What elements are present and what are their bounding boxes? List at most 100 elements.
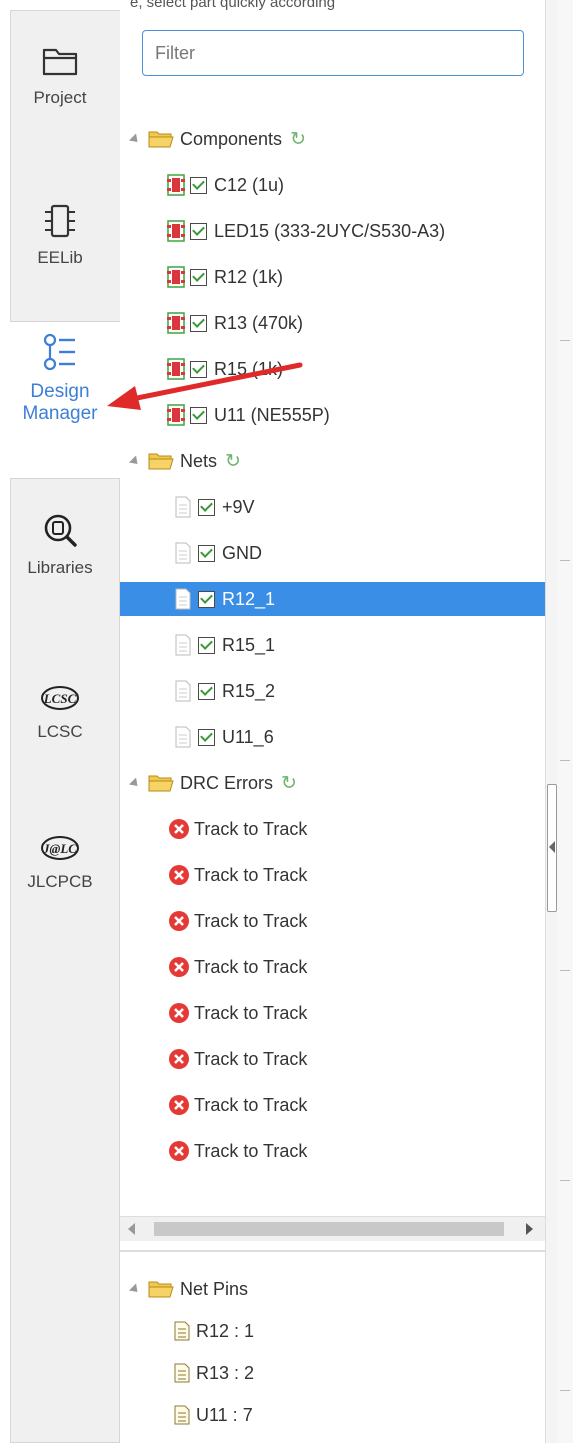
filter-input[interactable] [142, 30, 524, 76]
svg-text:J@LC: J@LC [42, 841, 77, 856]
drc-error-label: Track to Track [194, 910, 308, 931]
tree-group-label: Net Pins [180, 1278, 249, 1299]
document-icon [174, 496, 192, 518]
nav-lcsc-label: LCSC [37, 722, 83, 741]
svg-text:LCSC: LCSC [43, 691, 77, 706]
ruler-tick [560, 340, 570, 341]
library-search-icon [39, 514, 81, 556]
pin-document-icon [174, 1321, 190, 1341]
tree-item-net[interactable]: U11_6 [120, 720, 573, 754]
checkbox[interactable] [198, 728, 215, 746]
nav-eelib[interactable]: EELib [0, 200, 120, 269]
tree-item-component[interactable]: R12 (1k) [120, 260, 573, 294]
nav-jlcpcb[interactable]: J@LC JLCPCB [0, 830, 120, 893]
checkbox[interactable] [198, 498, 215, 516]
net-label: U11_6 [222, 726, 274, 747]
tree-item-drc-error[interactable]: Track to Track [120, 950, 573, 984]
jlc-logo: J@LC [38, 836, 82, 870]
document-icon [174, 726, 192, 748]
checkbox[interactable] [198, 682, 215, 700]
net-pin-label: R13 : 2 [196, 1362, 255, 1383]
scroll-left-arrow-icon[interactable] [128, 1223, 135, 1235]
scroll-right-arrow-icon[interactable] [526, 1223, 533, 1235]
checkbox[interactable] [198, 636, 215, 654]
net-pin-item[interactable]: R13 : 2 [120, 1356, 573, 1390]
checkbox[interactable] [198, 590, 215, 608]
nav-eelib-label: EELib [37, 248, 83, 267]
drc-error-label: Track to Track [194, 1002, 308, 1023]
collapse-triangle-icon[interactable] [128, 132, 142, 146]
tree-item-drc-error[interactable]: Track to Track [120, 1088, 573, 1122]
refresh-icon[interactable]: ↻ [281, 772, 297, 795]
nav-design-label-line1: Design [30, 381, 90, 402]
annotation-arrow [107, 362, 303, 410]
tree-item-component[interactable]: C12 (1u) [120, 168, 573, 202]
component-label: C12 (1u) [214, 174, 285, 195]
tree-group-drc-errors[interactable]: DRC Errors ↻ [120, 766, 555, 800]
tree-group-components[interactable]: Components ↻ [120, 122, 555, 156]
tree-item-drc-error[interactable]: Track to Track [120, 1134, 573, 1168]
left-nav: Project EELib Design Manager Libraries L… [0, 0, 120, 1443]
tree-group-net-pins[interactable]: Net Pins [120, 1272, 555, 1306]
checkbox[interactable] [190, 314, 207, 332]
collapse-panel-handle[interactable] [547, 784, 557, 912]
nav-design-label-line2: Manager [22, 403, 98, 424]
tree-item-drc-error[interactable]: Track to Track [120, 904, 573, 938]
checkbox[interactable] [198, 544, 215, 562]
collapse-triangle-icon[interactable] [128, 1282, 142, 1296]
component-label: R13 (470k) [214, 312, 304, 333]
drc-error-label: Track to Track [194, 1140, 308, 1161]
tree-item-drc-error[interactable]: Track to Track [120, 812, 573, 846]
folder-open-icon [148, 130, 174, 148]
tree-item-component[interactable]: R13 (470k) [120, 306, 573, 340]
checkbox[interactable] [190, 268, 207, 286]
tree-item-net[interactable]: GND [120, 536, 573, 570]
tree-group-label: Nets [180, 450, 218, 471]
tree-group-nets[interactable]: Nets ↻ [120, 444, 555, 478]
net-pin-label: R12 : 1 [196, 1320, 255, 1341]
component-label: R12 (1k) [214, 266, 284, 287]
net-pin-item[interactable]: R12 : 1 [120, 1314, 573, 1348]
drc-error-label: Track to Track [194, 818, 308, 839]
folder-outline-icon [39, 48, 81, 86]
drc-error-label: Track to Track [194, 1094, 308, 1115]
component-chip-icon [166, 266, 186, 288]
horizontal-scrollbar[interactable] [120, 1216, 545, 1241]
tree-item-drc-error[interactable]: Track to Track [120, 996, 573, 1030]
scrollbar-thumb[interactable] [154, 1222, 504, 1236]
collapse-triangle-icon[interactable] [128, 776, 142, 790]
checkbox[interactable] [190, 222, 207, 240]
tree-item-net[interactable]: +9V [120, 490, 573, 524]
error-icon [168, 818, 190, 840]
collapse-triangle-icon[interactable] [128, 454, 142, 468]
folder-open-icon [148, 1280, 174, 1298]
nav-design-manager[interactable]: Design Manager [0, 330, 120, 470]
drc-error-label: Track to Track [194, 1048, 308, 1069]
component-chip-icon [166, 174, 186, 196]
net-pin-item[interactable]: U11 : 7 [120, 1398, 573, 1432]
drc-error-label: Track to Track [194, 956, 308, 977]
nav-libraries[interactable]: Libraries [0, 510, 120, 579]
nav-project[interactable]: Project [0, 40, 120, 109]
tree-item-net[interactable]: R15_2 [120, 674, 573, 708]
refresh-icon[interactable]: ↻ [225, 450, 241, 473]
net-label: R15_2 [222, 680, 276, 701]
nav-bottom-block [10, 478, 120, 1443]
net-label: +9V [222, 496, 255, 517]
tree-item-component[interactable]: LED15 (333-2UYC/S530-A3) [120, 214, 573, 248]
tree-group-label: DRC Errors [180, 772, 273, 793]
refresh-icon[interactable]: ↻ [290, 128, 306, 151]
tree-item-net[interactable]: R15_1 [120, 628, 573, 662]
tree-item-drc-error[interactable]: Track to Track [120, 858, 573, 892]
lcsc-logo: LCSC [38, 686, 82, 720]
error-icon [168, 1094, 190, 1116]
checkbox[interactable] [190, 176, 207, 194]
panel-divider[interactable] [120, 1250, 545, 1252]
tree-item-net-selected[interactable]: R12_1 [120, 582, 573, 616]
drc-error-label: Track to Track [194, 864, 308, 885]
nav-jlcpcb-label: JLCPCB [27, 872, 93, 891]
error-icon [168, 1002, 190, 1024]
nav-lcsc[interactable]: LCSC LCSC [0, 680, 120, 743]
document-icon [174, 542, 192, 564]
tree-item-drc-error[interactable]: Track to Track [120, 1042, 573, 1076]
